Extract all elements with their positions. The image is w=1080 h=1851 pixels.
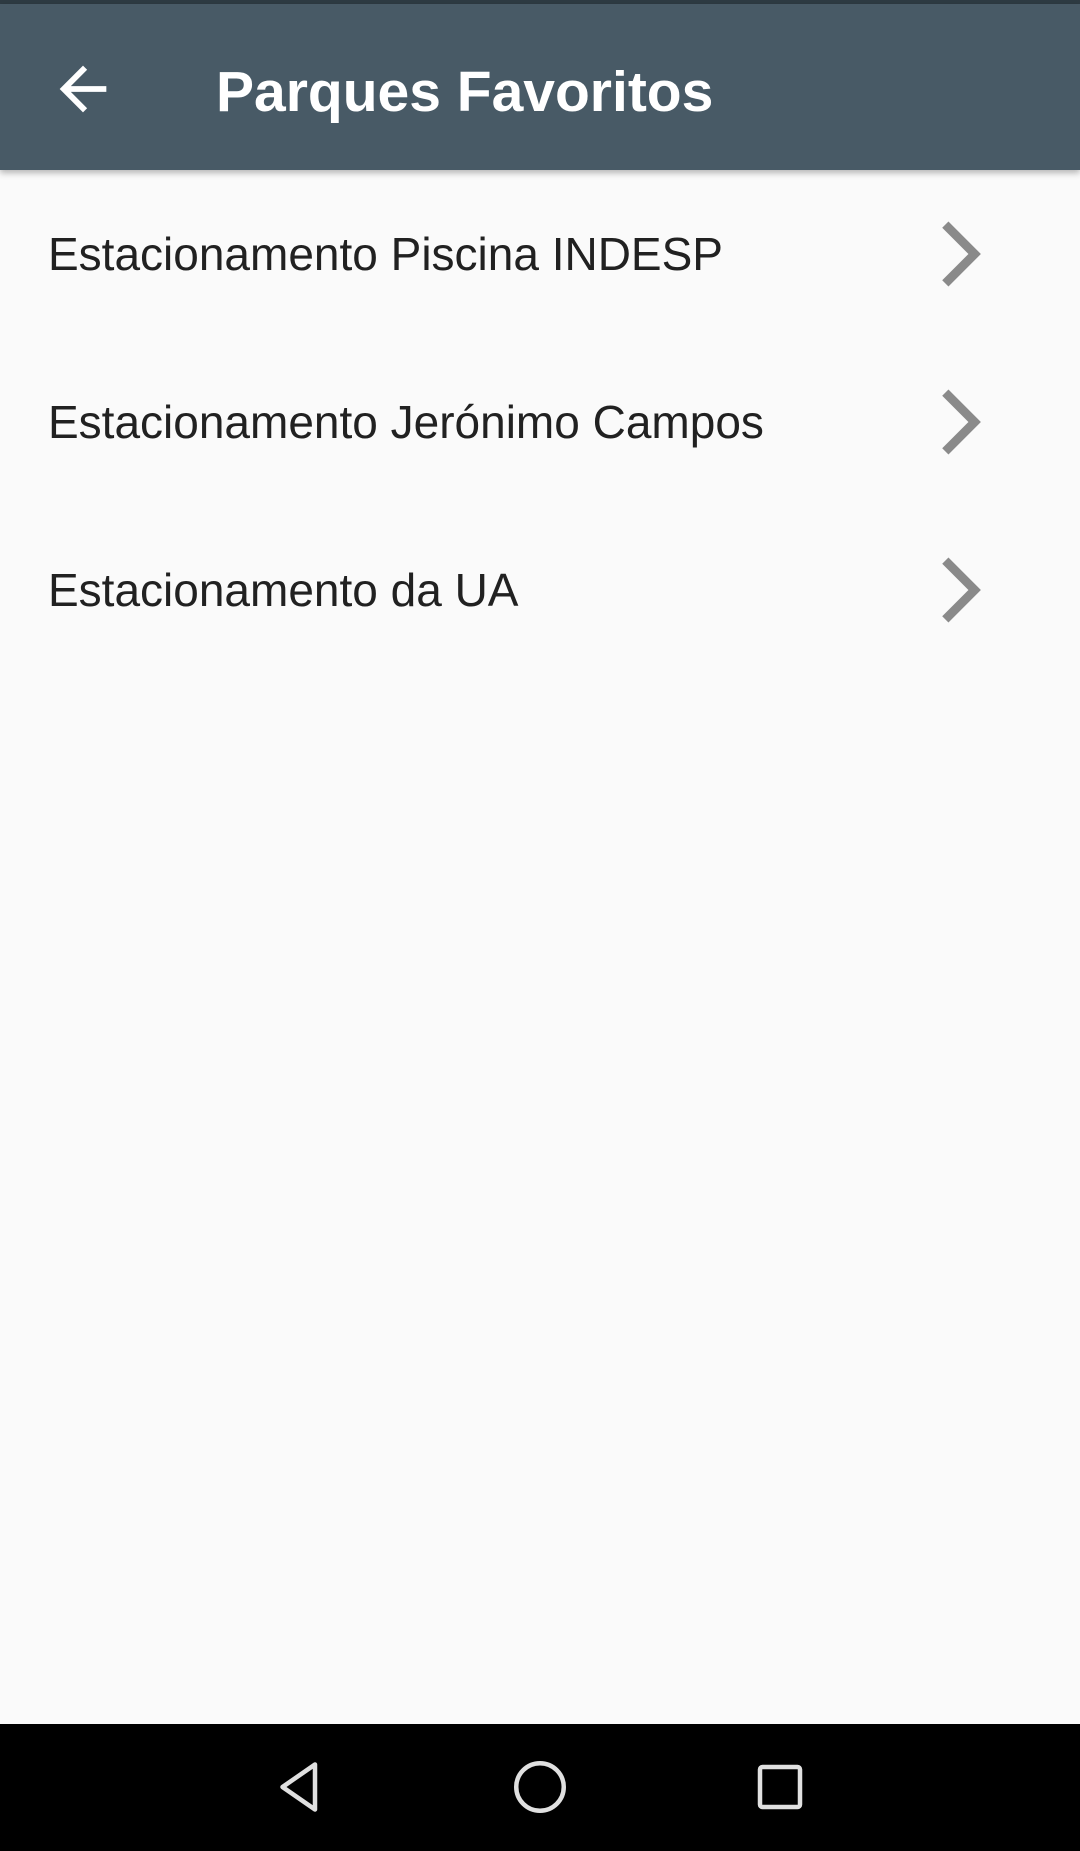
nav-back-button[interactable] (255, 1742, 345, 1832)
nav-home-circle-icon (514, 1761, 566, 1813)
chevron-right-icon (930, 214, 990, 294)
system-navigation-bar (0, 1724, 1080, 1851)
back-button[interactable] (28, 34, 138, 144)
arrow-left-icon (59, 65, 107, 113)
nav-home-button[interactable] (495, 1742, 585, 1832)
nav-recents-button[interactable] (735, 1742, 825, 1832)
nav-back-triangle-icon (280, 1762, 318, 1812)
list-item[interactable]: Estacionamento Piscina INDESP (0, 170, 1080, 338)
favorites-list: Estacionamento Piscina INDESP Estacionam… (0, 170, 1080, 674)
list-item-label: Estacionamento Piscina INDESP (48, 228, 723, 280)
list-item-label: Estacionamento da UA (48, 564, 519, 616)
nav-recents-square-icon (757, 1764, 803, 1810)
list-item-label: Estacionamento Jerónimo Campos (48, 396, 764, 448)
page-title: Parques Favoritos (216, 60, 714, 124)
app-bar: Parques Favoritos (0, 4, 1080, 170)
chevron-right-icon (930, 550, 990, 630)
chevron-right-icon (930, 382, 990, 462)
list-item[interactable]: Estacionamento da UA (0, 506, 1080, 674)
list-item[interactable]: Estacionamento Jerónimo Campos (0, 338, 1080, 506)
